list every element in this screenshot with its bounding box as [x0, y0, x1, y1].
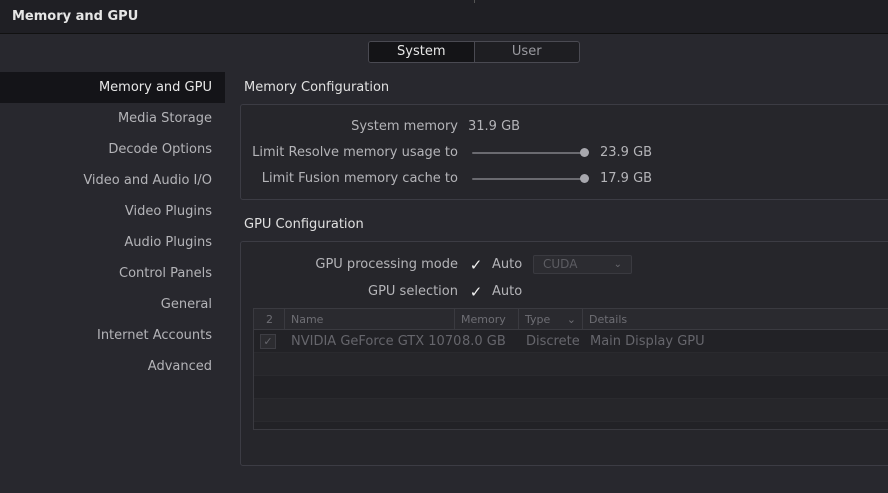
fusion-cache-value: 17.9 GB [600, 171, 653, 186]
sidebar-item-memory-gpu[interactable]: Memory and GPU [0, 72, 225, 103]
sidebar-item-control-panels[interactable]: Control Panels [0, 258, 225, 289]
gpu-processing-mode-select-value: CUDA [543, 257, 578, 271]
chevron-down-icon: ⌄ [613, 259, 622, 270]
gpu-row-type: Discrete [526, 334, 580, 349]
gpu-processing-mode-label: GPU processing mode [315, 257, 458, 272]
gpu-processing-mode-auto-label: Auto [492, 257, 523, 272]
window-title: Memory and GPU [12, 9, 139, 24]
resolve-limit-value: 23.9 GB [600, 145, 653, 160]
fusion-cache-slider-handle[interactable] [579, 174, 589, 183]
gpu-type-header[interactable]: Type ⌄ [518, 309, 582, 330]
gpu-details-header[interactable]: Details [582, 309, 888, 330]
fusion-cache-slider[interactable] [472, 178, 584, 180]
gpu-name-header[interactable]: Name [284, 309, 454, 330]
table-row-empty [254, 399, 888, 422]
memory-section-title: Memory Configuration [244, 80, 390, 95]
chevron-down-icon: ⌄ [566, 313, 576, 326]
sidebar: Memory and GPU Media Storage Decode Opti… [0, 72, 225, 382]
resolve-limit-slider-handle[interactable] [579, 148, 589, 157]
sidebar-item-internet-accounts[interactable]: Internet Accounts [0, 320, 225, 351]
gpu-memory-header[interactable]: Memory [454, 309, 518, 330]
table-row[interactable]: ✓ NVIDIA GeForce GTX 1070 8.0 GB Discret… [254, 330, 888, 353]
resolve-limit-slider[interactable] [472, 152, 584, 154]
gpu-row-checkbox[interactable]: ✓ [260, 334, 276, 349]
gpu-row-details: Main Display GPU [590, 334, 705, 349]
scope-toggle: System User [368, 41, 580, 63]
gpu-processing-mode-auto-checkbox[interactable]: ✓ [469, 258, 483, 273]
gpu-selection-auto-label: Auto [492, 284, 523, 299]
gpu-table-header: 2 Name Memory Type ⌄ Details [254, 309, 888, 330]
gpu-processing-mode-select[interactable]: CUDA ⌄ [533, 255, 632, 274]
sidebar-item-media-storage[interactable]: Media Storage [0, 103, 225, 134]
fusion-cache-label: Limit Fusion memory cache to [261, 171, 458, 186]
tab-system[interactable]: System [369, 42, 475, 62]
gpu-section-title: GPU Configuration [244, 217, 364, 232]
sidebar-item-audio-plugins[interactable]: Audio Plugins [0, 227, 225, 258]
gpu-table: 2 Name Memory Type ⌄ Details ✓ NVIDIA Ge… [253, 308, 888, 430]
table-row-empty [254, 376, 888, 399]
gpu-type-header-label: Type [525, 313, 551, 326]
gpu-row-memory: 8.0 GB [462, 334, 506, 349]
sidebar-item-advanced[interactable]: Advanced [0, 351, 225, 382]
sidebar-item-general[interactable]: General [0, 289, 225, 320]
gpu-selection-auto-checkbox[interactable]: ✓ [469, 285, 483, 300]
tab-user[interactable]: User [475, 42, 580, 62]
system-memory-label: System memory [351, 119, 458, 134]
title-bar: Memory and GPU [0, 0, 888, 34]
gpu-count-header: 2 [266, 313, 273, 326]
sidebar-item-decode-options[interactable]: Decode Options [0, 134, 225, 165]
system-memory-value: 31.9 GB [468, 119, 521, 134]
sidebar-item-video-audio-io[interactable]: Video and Audio I/O [0, 165, 225, 196]
gpu-row-name: NVIDIA GeForce GTX 1070 [291, 334, 462, 349]
table-row-empty [254, 353, 888, 376]
title-divider [474, 0, 475, 3]
sidebar-item-video-plugins[interactable]: Video Plugins [0, 196, 225, 227]
gpu-selection-label: GPU selection [368, 284, 458, 299]
resolve-limit-label: Limit Resolve memory usage to [252, 145, 458, 160]
